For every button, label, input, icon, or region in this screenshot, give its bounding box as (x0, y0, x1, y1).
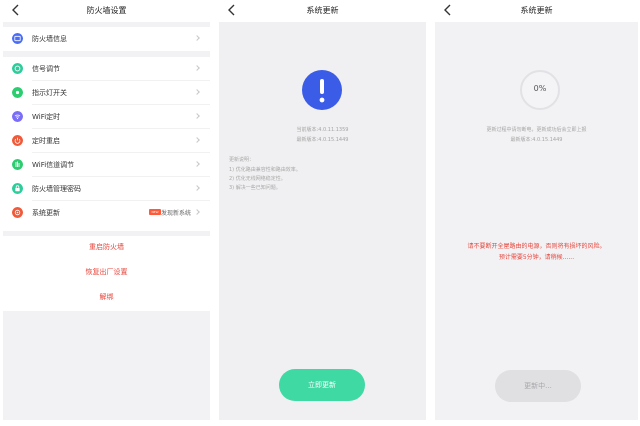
wifi-timer-icon (12, 111, 23, 122)
latest-version: 最新版本:4.0.15.1449 (296, 137, 349, 143)
release-note: 1) 优化路由兼容性和路由效率。 (229, 167, 301, 173)
page-title: 防火墙设置 (86, 6, 127, 15)
nav-bar: 系统更新 (219, 0, 426, 22)
actions-card: 重启防火墙 恢复出厂设置 解绑 (3, 236, 210, 311)
chevron-right-icon (194, 89, 200, 95)
update-status-text: 更新过程中请勿断电，更新成功后会立即上报 (486, 127, 587, 133)
info-card-icon (12, 33, 23, 44)
lock-icon (12, 183, 23, 194)
update-now-button[interactable]: 立即更新 (279, 369, 365, 401)
signal-icon (12, 63, 23, 74)
current-version: 当前版本:4.0.11.1359 (296, 127, 349, 133)
menu-item-label: 信号调节 (32, 65, 60, 73)
chevron-right-icon (194, 185, 200, 191)
settings-card: 信号调节 指示灯开关 WiFi定时 定时重启 WiFi信道调节 防火墙管理密码 … (3, 57, 210, 231)
system-update-screen: 系统更新 当前版本:4.0.11.1359 最新版本:4.0.15.1449 更… (219, 0, 426, 420)
page-title: 系统更新 (520, 6, 553, 15)
estimated-time: 预计需要5分钟，请稍候...... (498, 254, 575, 261)
menu-item-label: WiFi信道调节 (32, 161, 75, 169)
menu-item-label: 防火墙信息 (32, 35, 67, 43)
nav-bar: 系统更新 (435, 0, 638, 22)
chevron-right-icon (194, 137, 200, 143)
chevron-right-icon (194, 209, 200, 215)
menu-item-label: 定时重启 (32, 137, 60, 145)
menu-item-label: 系统更新 (32, 209, 60, 217)
chevron-right-icon (194, 35, 200, 41)
new-system-hint: 发现新系统 (160, 210, 191, 217)
unbind-button[interactable]: 解绑 (3, 292, 210, 302)
menu-item-label: 防火墙管理密码 (32, 185, 81, 193)
menu-item-scheduled-reboot[interactable]: 定时重启 (3, 129, 210, 153)
menu-item-firewall-info[interactable]: 防火墙信息 (3, 27, 210, 51)
menu-item-wifi-timer[interactable]: WiFi定时 (3, 105, 210, 129)
menu-item-signal[interactable]: 信号调节 (3, 57, 210, 81)
power-icon (12, 135, 23, 146)
chevron-right-icon (194, 65, 200, 71)
update-icon (12, 207, 23, 218)
menu-item-label: 指示灯开关 (32, 89, 67, 97)
release-note: 3) 解决一些已知问题。 (229, 185, 281, 191)
menu-item-indicator-light[interactable]: 指示灯开关 (3, 81, 210, 105)
indicator-light-icon (12, 87, 23, 98)
chevron-right-icon (194, 113, 200, 119)
menu-item-admin-password[interactable]: 防火墙管理密码 (3, 177, 210, 201)
system-updating-screen: 系统更新 0% 更新过程中请勿断电，更新成功后会立即上报 最新版本:4.0.15… (435, 0, 638, 420)
progress-percent: 0% (533, 84, 547, 93)
latest-version: 最新版本:4.0.15.1449 (510, 137, 563, 143)
menu-item-system-update[interactable]: 系统更新 NEW 发现新系统 (3, 201, 210, 225)
release-notes-title: 更新说明： (229, 157, 255, 163)
restart-firewall-button[interactable]: 重启防火墙 (3, 242, 210, 252)
power-warning: 请不要断开全屋路由的电源，否则将有损坏的风险。 (467, 243, 606, 250)
info-card: 防火墙信息 (3, 27, 210, 51)
nav-bar: 防火墙设置 (3, 0, 210, 22)
factory-reset-button[interactable]: 恢复出厂设置 (3, 267, 210, 277)
page-title: 系统更新 (306, 6, 339, 15)
menu-item-label: WiFi定时 (32, 113, 61, 121)
new-badge: NEW (149, 209, 161, 215)
updating-button: 更新中... (495, 370, 581, 402)
chevron-right-icon (194, 161, 200, 167)
channel-icon (12, 159, 23, 170)
exclamation-icon (302, 70, 342, 110)
menu-item-wifi-channel[interactable]: WiFi信道调节 (3, 153, 210, 177)
progress-ring: 0% (520, 70, 560, 110)
firewall-settings-screen: 防火墙设置 防火墙信息 信号调节 指示灯开关 WiFi定时 定时重启 WiFi信… (3, 0, 210, 420)
release-note: 2) 优化无线网络稳定性。 (229, 176, 286, 182)
